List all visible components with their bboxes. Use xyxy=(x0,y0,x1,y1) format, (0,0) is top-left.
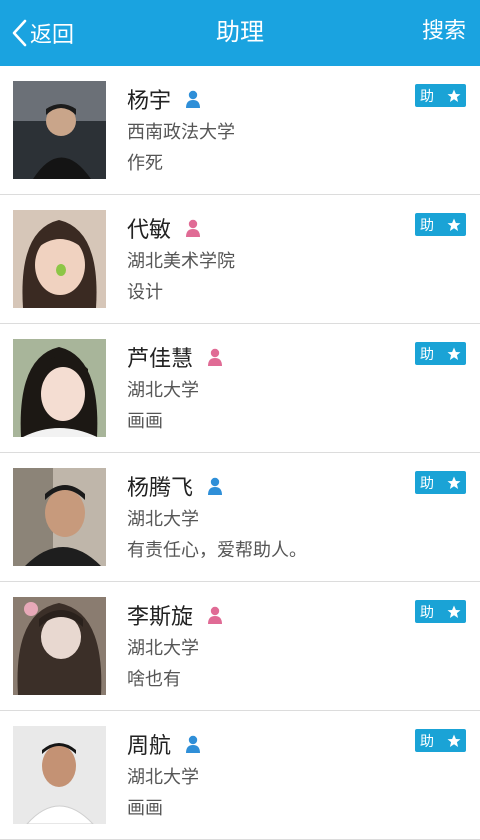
user-description: 画画 xyxy=(127,411,163,432)
assistant-badge[interactable]: 助 xyxy=(415,471,466,494)
school-name: 湖北大学 xyxy=(127,638,199,659)
star-icon xyxy=(447,347,461,360)
list-item[interactable]: 杨宇 西南政法大学 作死 助 xyxy=(0,66,480,195)
assistant-badge[interactable]: 助 xyxy=(415,84,466,107)
assistant-badge[interactable]: 助 xyxy=(415,729,466,752)
assistant-badge[interactable]: 助 xyxy=(415,342,466,365)
badge-label: 助 xyxy=(420,346,434,363)
search-button[interactable]: 搜索 xyxy=(422,0,466,66)
user-name: 李斯旋 xyxy=(127,605,194,630)
list-item[interactable]: 杨腾飞 湖北大学 有责任心，爱帮助人。 助 xyxy=(0,453,480,582)
avatar xyxy=(13,468,106,566)
badge-label: 助 xyxy=(420,733,434,750)
star-icon xyxy=(447,218,461,231)
badge-label: 助 xyxy=(420,475,434,492)
star-icon xyxy=(447,605,461,618)
list-item[interactable]: 芦佳慧 湖北大学 画画 助 xyxy=(0,324,480,453)
female-icon xyxy=(185,219,201,237)
male-icon xyxy=(185,735,201,753)
male-icon xyxy=(207,477,223,495)
badge-label: 助 xyxy=(420,604,434,621)
user-name: 杨腾飞 xyxy=(127,476,194,501)
assistant-badge[interactable]: 助 xyxy=(415,213,466,236)
assistant-badge[interactable]: 助 xyxy=(415,600,466,623)
user-description: 有责任心，爱帮助人。 xyxy=(127,540,307,561)
avatar xyxy=(13,339,106,437)
star-icon xyxy=(447,476,461,489)
star-icon xyxy=(447,89,461,102)
back-label: 返回 xyxy=(30,23,75,48)
school-name: 湖北大学 xyxy=(127,509,199,530)
badge-label: 助 xyxy=(420,88,434,105)
male-icon xyxy=(185,90,201,108)
top-navigation-bar: 返回 助理 搜索 xyxy=(0,0,480,66)
avatar xyxy=(13,210,106,308)
user-description: 画画 xyxy=(127,798,163,819)
avatar xyxy=(13,81,106,179)
female-icon xyxy=(207,606,223,624)
school-name: 西南政法大学 xyxy=(127,122,235,143)
list-item[interactable]: 李斯旋 湖北大学 啥也有 助 xyxy=(0,582,480,711)
user-description: 作死 xyxy=(127,153,163,174)
user-name: 代敏 xyxy=(127,218,172,243)
user-description: 啥也有 xyxy=(127,669,181,690)
school-name: 湖北大学 xyxy=(127,380,199,401)
avatar xyxy=(13,726,106,824)
female-icon xyxy=(207,348,223,366)
user-name: 芦佳慧 xyxy=(127,347,194,372)
badge-label: 助 xyxy=(420,217,434,234)
avatar xyxy=(13,597,106,695)
school-name: 湖北美术学院 xyxy=(127,251,235,272)
list-item[interactable]: 代敏 湖北美术学院 设计 助 xyxy=(0,195,480,324)
assistant-list: 杨宇 西南政法大学 作死 助 代敏 湖北美术学院 设计 助 芦佳慧 湖北大学 画… xyxy=(0,66,480,840)
user-name: 杨宇 xyxy=(127,89,172,114)
star-icon xyxy=(447,734,461,747)
school-name: 湖北大学 xyxy=(127,767,199,788)
user-description: 设计 xyxy=(127,282,163,303)
chevron-left-icon xyxy=(12,19,27,47)
list-item[interactable]: 周航 湖北大学 画画 助 xyxy=(0,711,480,840)
user-name: 周航 xyxy=(127,734,172,759)
back-button[interactable]: 返回 xyxy=(10,0,74,66)
